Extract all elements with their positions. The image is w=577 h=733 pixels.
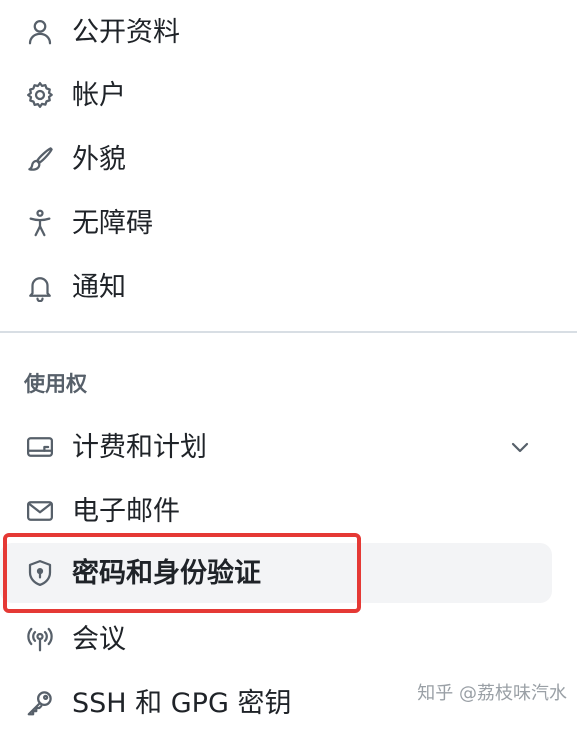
sidebar-item-label: 通知 [72,271,126,303]
mail-icon [24,495,56,527]
sidebar-item-appearance[interactable]: 外貌 [0,129,552,189]
section-divider [0,331,577,333]
sidebar-item-label: 帐户 [72,79,126,111]
paintbrush-icon [24,143,56,175]
broadcast-icon [24,623,56,655]
accessibility-icon [24,207,56,239]
chevron-down-icon[interactable] [508,435,532,459]
sidebar-item-password-and-authentication[interactable]: 密码和身份验证 [0,543,552,603]
sidebar-item-label: 公开资料 [72,16,180,48]
watermark: 知乎 @荔枝味汽水 [417,683,567,704]
sidebar-item-public-profile[interactable]: 公开资料 [0,2,552,62]
bell-icon [24,271,56,303]
shield-lock-icon [24,557,56,589]
gear-icon [24,79,56,111]
key-icon [24,687,56,719]
section-heading-access: 使用权 [24,372,87,396]
credit-card-icon [24,431,56,463]
sidebar-item-label: 无障碍 [72,207,153,239]
sidebar-item-label: 会议 [72,623,126,655]
sidebar-item-label: 密码和身份验证 [72,557,261,589]
sidebar-item-account[interactable]: 帐户 [0,65,552,125]
sidebar-item-label: 电子邮件 [72,495,180,527]
sidebar-item-label: 外貌 [72,143,126,175]
sidebar-item-sessions[interactable]: 会议 [0,609,552,669]
sidebar-item-label: SSH 和 GPG 密钥 [72,687,292,719]
sidebar-item-emails[interactable]: 电子邮件 [0,481,552,541]
sidebar-item-notifications[interactable]: 通知 [0,257,552,317]
person-icon [24,16,56,48]
sidebar-item-billing-and-plans[interactable]: 计费和计划 [0,417,552,477]
sidebar-item-accessibility[interactable]: 无障碍 [0,193,552,253]
sidebar-item-label: 计费和计划 [72,431,207,463]
